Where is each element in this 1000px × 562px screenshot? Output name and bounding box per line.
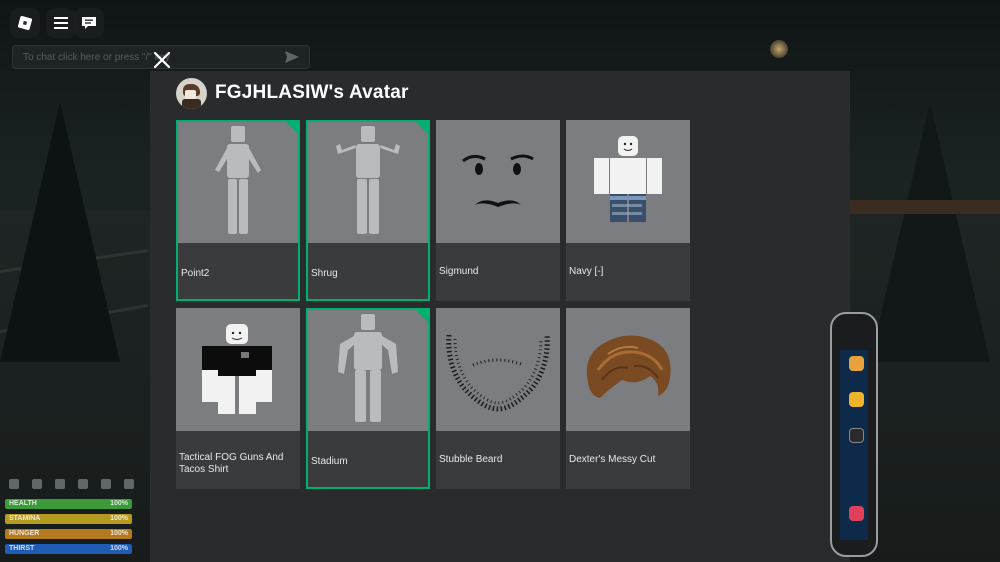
chat-bubble-icon	[82, 17, 96, 29]
item-card[interactable]: Point2	[176, 120, 300, 301]
selected-badge	[286, 122, 298, 134]
modal-header: FGJHLASIW's Avatar	[176, 77, 409, 109]
item-thumbnail	[566, 120, 690, 243]
leaderboard-button[interactable]	[46, 8, 76, 38]
car-icon[interactable]	[55, 479, 65, 489]
item-thumbnail	[436, 120, 560, 243]
health-label: HEALTH	[9, 500, 37, 507]
chat-toggle-button[interactable]	[74, 8, 104, 38]
emote-stadium-icon	[338, 314, 398, 422]
item-label: Sigmund	[439, 266, 479, 277]
stamina-bar: STAMINA 100%	[5, 514, 132, 524]
health-bar: HEALTH 100%	[5, 499, 132, 509]
phone-app-icon[interactable]	[849, 392, 864, 407]
run-icon[interactable]	[78, 479, 88, 489]
item-thumbnail	[566, 308, 690, 431]
navy-outfit-icon	[594, 136, 662, 222]
shirt-icon	[202, 323, 272, 414]
item-card[interactable]: Shrug	[306, 120, 430, 301]
avatar	[176, 77, 207, 109]
thirst-value: 100%	[110, 545, 128, 552]
phone-icon[interactable]	[124, 479, 134, 489]
stamina-value: 100%	[110, 515, 128, 522]
item-label: Dexter's Messy Cut	[569, 454, 656, 465]
item-thumbnail	[176, 308, 300, 431]
health-value: 100%	[110, 500, 128, 507]
in-game-phone[interactable]	[830, 312, 878, 557]
hud-toolbar	[9, 479, 134, 489]
face-sigmund-icon	[462, 154, 534, 207]
item-card[interactable]: Sigmund	[436, 120, 560, 301]
item-card[interactable]: Stubble Beard	[436, 308, 560, 489]
thirst-bar: THIRST 100%	[5, 544, 132, 554]
phone-app-icon[interactable]	[849, 356, 864, 371]
item-label: Stadium	[311, 456, 348, 467]
roblox-logo-icon	[17, 15, 33, 31]
item-label: Stubble Beard	[439, 454, 503, 465]
phone-app-icon[interactable]	[849, 428, 864, 443]
item-card[interactable]: Tactical FOG Guns And Tacos Shirt	[176, 308, 300, 489]
street-lamp	[770, 40, 788, 58]
tree	[0, 102, 120, 362]
hair-icon	[586, 334, 671, 398]
thirst-label: THIRST	[9, 545, 35, 552]
send-icon[interactable]	[285, 51, 299, 63]
stamina-label: STAMINA	[9, 515, 41, 522]
item-thumbnail	[308, 310, 428, 431]
tree	[870, 102, 990, 362]
item-card[interactable]: Stadium	[306, 308, 430, 489]
hamburger-icon	[54, 17, 68, 29]
hunger-bar: HUNGER 100%	[5, 529, 132, 539]
beard-icon	[446, 334, 550, 412]
emote-point-icon	[215, 126, 261, 234]
music-icon[interactable]	[849, 506, 864, 521]
card-icon[interactable]	[101, 479, 111, 489]
building-ledge	[848, 200, 1000, 214]
item-label: Navy [-]	[569, 266, 604, 277]
selected-badge	[416, 122, 428, 134]
list-icon[interactable]	[32, 479, 42, 489]
close-button[interactable]	[150, 48, 174, 72]
item-thumbnail	[178, 122, 298, 243]
item-label: Tactical FOG Guns And Tacos Shirt	[179, 452, 284, 475]
item-card[interactable]: Navy [-]	[566, 120, 690, 301]
item-label: Shrug	[311, 268, 338, 279]
selected-badge	[416, 310, 428, 322]
roblox-menu-button[interactable]	[10, 8, 40, 38]
home-icon[interactable]	[9, 479, 19, 489]
item-label: Point2	[181, 268, 210, 279]
item-thumbnail	[436, 308, 560, 431]
item-card[interactable]: Dexter's Messy Cut	[566, 308, 690, 489]
emote-shrug-icon	[336, 126, 400, 234]
phone-screen	[840, 350, 868, 540]
item-thumbnail	[308, 122, 428, 243]
hunger-label: HUNGER	[9, 530, 40, 537]
avatar-inspect-modal: FGJHLASIW's Avatar Point2 Shrug Sigmund …	[150, 71, 850, 562]
hunger-value: 100%	[110, 530, 128, 537]
modal-title: FGJHLASIW's Avatar	[215, 82, 409, 103]
close-icon	[153, 51, 171, 69]
